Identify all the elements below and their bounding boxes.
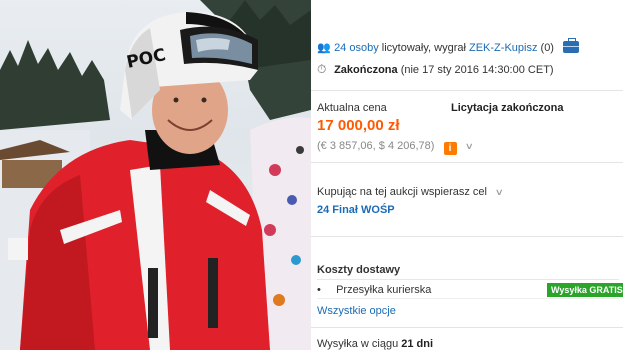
divider xyxy=(317,279,619,280)
divider xyxy=(311,90,623,91)
product-photo[interactable]: POC xyxy=(0,0,311,350)
price-conversions-row: (€ 3 857,06, $ 4 206,78) i ∨ xyxy=(317,139,473,155)
divider xyxy=(317,298,619,299)
divider xyxy=(311,327,623,328)
charity-text: Kupując na tej aukcji wspierasz cel xyxy=(317,186,487,198)
auction-end-date: (nie 17 sty 2016 14:30:00 CET) xyxy=(400,64,554,76)
chevron-down-icon[interactable]: ∨ xyxy=(495,185,504,199)
current-price: 17 000,00 zł xyxy=(317,117,400,134)
bidders-text: licytowały, wygrał xyxy=(381,42,466,54)
people-icon: 👥 xyxy=(317,42,331,54)
winner-link[interactable]: ZEK-Z-Kupisz xyxy=(469,42,537,54)
skier-photo-icon: POC xyxy=(0,0,311,350)
divider xyxy=(311,236,623,237)
charity-link[interactable]: 24 Finał WOŚP xyxy=(317,203,395,217)
winner-score: (0) xyxy=(540,42,554,54)
shipping-header: Koszty dostawy xyxy=(317,264,401,276)
all-shipping-options-link[interactable]: Wszystkie opcje xyxy=(317,304,396,318)
dispatch-prefix: Wysyłka w ciągu xyxy=(317,338,399,350)
shipping-method: Przesyłka kurierska xyxy=(336,284,432,296)
auction-finished-label: Licytacja zakończona xyxy=(451,102,564,114)
auction-info-panel: 👥 24 osoby licytowały, wygrał ZEK-Z-Kupi… xyxy=(311,0,623,350)
bidders-count-link[interactable]: 24 osoby xyxy=(334,42,379,54)
free-shipping-badge: Wysyłka GRATIS xyxy=(547,283,623,297)
chevron-down-icon[interactable]: ∨ xyxy=(464,139,473,153)
clock-icon: ⏱ xyxy=(317,62,327,76)
charity-row: Kupując na tej aukcji wspierasz cel ∨ xyxy=(317,185,504,199)
shipping-method-row: • Przesyłka kurierska xyxy=(317,283,431,297)
free-shipping-wrapper: Wysyłka GRATIS xyxy=(547,283,623,297)
divider xyxy=(311,162,623,163)
dispatch-days: 21 dni xyxy=(401,338,434,350)
price-label: Aktualna cena xyxy=(317,102,387,114)
info-icon[interactable]: i xyxy=(443,142,457,155)
dispatch-row: Wysyłka w ciągu 21 dni xyxy=(317,337,433,350)
bullet: • xyxy=(317,284,321,296)
price-conversions: (€ 3 857,06, $ 4 206,78) xyxy=(317,140,435,152)
briefcase-icon[interactable] xyxy=(563,38,580,53)
bidders-row: 👥 24 osoby licytowały, wygrał ZEK-Z-Kupi… xyxy=(317,38,580,55)
auction-status: Zakończona xyxy=(334,64,398,76)
auction-ended-row: ⏱ Zakończona (nie 17 sty 2016 14:30:00 C… xyxy=(317,62,554,77)
